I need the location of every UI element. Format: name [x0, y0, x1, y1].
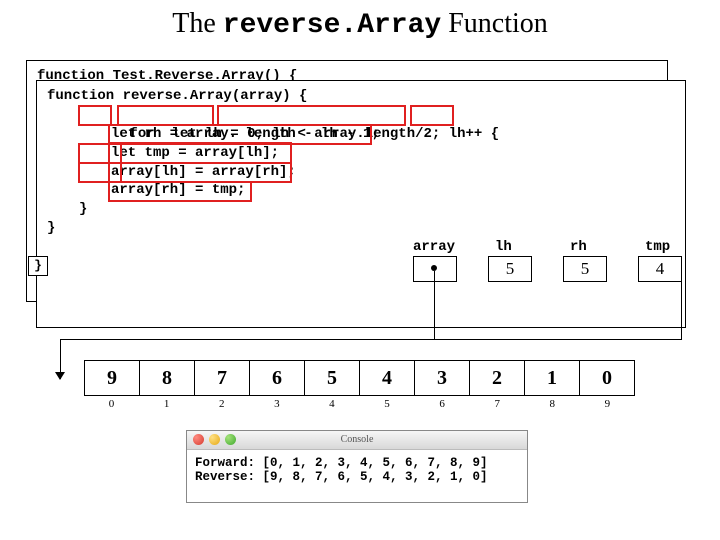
page-title: The reverse.Array Function: [0, 8, 720, 41]
array-cell: 3: [415, 360, 470, 396]
pointer-line-h: [60, 339, 682, 340]
console-line-1: Forward: [0, 1, 2, 3, 4, 5, 6, 7, 8, 9]: [195, 456, 488, 470]
array-index: 0: [84, 398, 139, 410]
console-line-2: Reverse: [9, 8, 7, 6, 5, 4, 3, 2, 1, 0]: [195, 470, 488, 484]
array-indices: 0 1 2 3 4 5 6 7 8 9: [84, 398, 635, 410]
array-cell: 2: [470, 360, 525, 396]
array-cell: 9: [84, 360, 140, 396]
array-cell: 6: [250, 360, 305, 396]
brace-box: }: [28, 256, 48, 276]
code-line-2: for let lh = 0; lh < array.length/2; lh+…: [47, 106, 683, 125]
array-index: 1: [139, 398, 194, 410]
traffic-light-close-icon: [193, 434, 204, 445]
array-cell: 1: [525, 360, 580, 396]
array-index: 7: [470, 398, 525, 410]
var-box-rh: 5: [563, 256, 607, 282]
array-cell: 8: [140, 360, 195, 396]
pointer-line-v1: [434, 271, 435, 339]
array-cell: 4: [360, 360, 415, 396]
array-index: 6: [415, 398, 470, 410]
var-label-lh: lh: [495, 239, 512, 255]
array-index: 4: [304, 398, 359, 410]
var-label-tmp: tmp: [645, 239, 670, 255]
var-box-tmp: 4: [638, 256, 682, 282]
code-line-4: let tmp = array[lh];: [47, 144, 683, 163]
var-box-lh: 5: [488, 256, 532, 282]
array-index: 9: [580, 398, 635, 410]
array-index: 3: [249, 398, 304, 410]
code-window-front: function reverse.Array(array) { for let …: [36, 80, 686, 328]
array-cell: 7: [195, 360, 250, 396]
title-code: reverse.Array: [223, 10, 441, 41]
pointer-line-v3: [681, 280, 682, 340]
title-prefix: The: [172, 8, 223, 39]
code-line-8: }: [47, 219, 683, 238]
title-suffix: Function: [441, 8, 548, 39]
var-label-rh: rh: [570, 239, 587, 255]
array-index: 5: [359, 398, 414, 410]
code-line-6: array[rh] = tmp;: [47, 181, 683, 200]
var-label-array: array: [413, 239, 455, 255]
console-titlebar: Console: [187, 431, 527, 450]
code-line-1: function reverse.Array(array) {: [47, 87, 683, 106]
array-cell: 0: [580, 360, 635, 396]
code-line-3: let rh = array. length - lh - 1;: [47, 125, 683, 144]
traffic-light-minimize-icon: [209, 434, 220, 445]
array-index: 8: [525, 398, 580, 410]
console-body: Forward: [0, 1, 2, 3, 4, 5, 6, 7, 8, 9] …: [187, 450, 527, 502]
pointer-arrowhead: [55, 372, 65, 380]
traffic-light-zoom-icon: [225, 434, 236, 445]
array-index: 2: [194, 398, 249, 410]
array-cell: 5: [305, 360, 360, 396]
code-line-5: array[lh] = array[rh];: [47, 163, 683, 182]
code-line-7: }: [47, 200, 683, 219]
array-strip: 9 8 7 6 5 4 3 2 1 0: [84, 360, 635, 396]
console-panel: Console Forward: [0, 1, 2, 3, 4, 5, 6, 7…: [186, 430, 528, 503]
console-title: Console: [341, 434, 374, 445]
